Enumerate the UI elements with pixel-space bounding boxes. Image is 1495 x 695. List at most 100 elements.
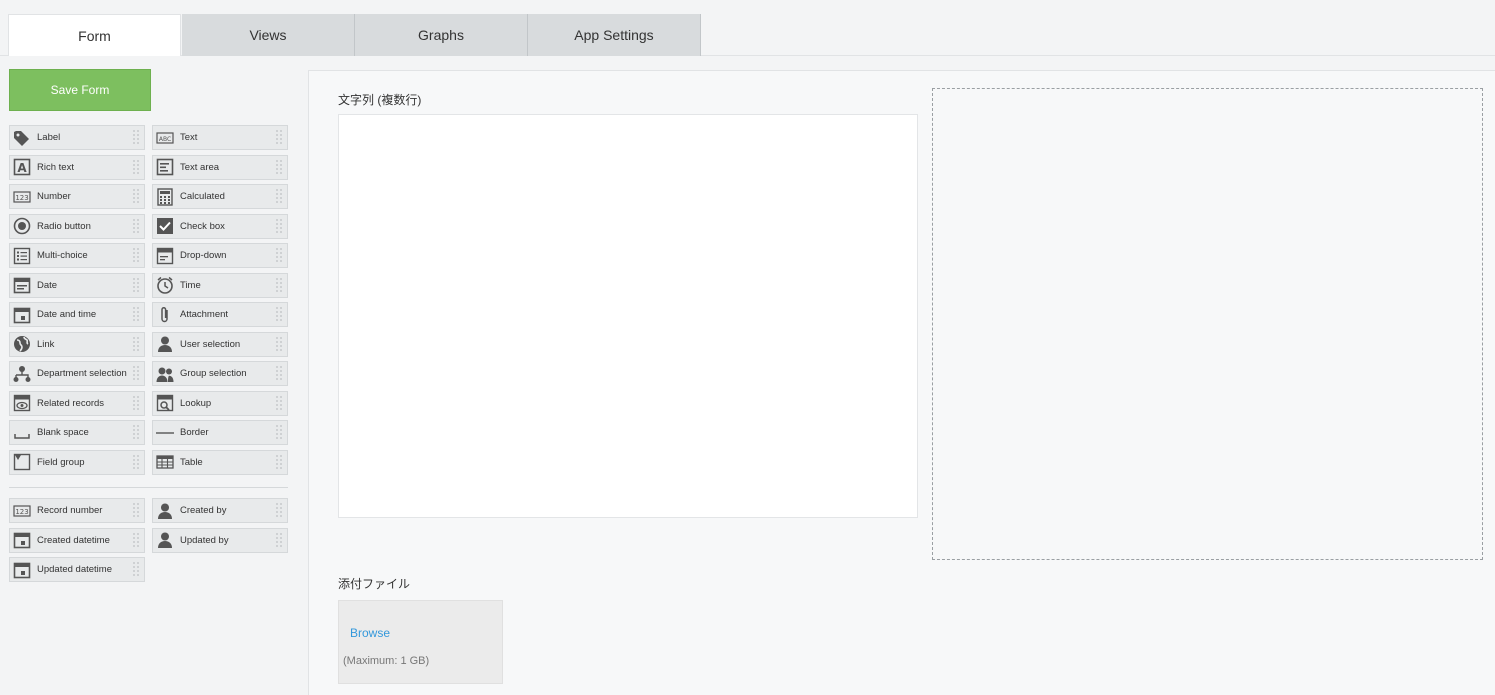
palette-item-label: Field group: [37, 456, 85, 468]
palette-item-created-by[interactable]: Created by: [152, 498, 288, 523]
calendar-icon: [13, 561, 31, 579]
drag-handle-icon[interactable]: [132, 453, 140, 471]
palette-item-label: Date: [37, 279, 58, 291]
palette-item-radio-button[interactable]: Radio button: [9, 213, 145, 239]
palette-item-rich-text[interactable]: A Rich text: [9, 154, 145, 180]
globe-icon: [13, 335, 31, 353]
drag-handle-icon[interactable]: [132, 217, 140, 235]
svg-text:ABC: ABC: [159, 136, 171, 143]
calculator-icon: [156, 187, 174, 206]
palette-item-label: Updated datetime: [37, 564, 112, 575]
palette-item-updated-datetime[interactable]: Updated datetime: [9, 557, 145, 582]
palette-item-label: Lookup: [180, 397, 212, 409]
palette-item-group-selection[interactable]: Group selection: [152, 361, 288, 386]
drag-handle-icon[interactable]: [132, 365, 140, 382]
palette-item-multi-choice[interactable]: Multi-choice: [9, 243, 145, 268]
drag-handle-icon[interactable]: [275, 247, 283, 264]
form-canvas: 文字列 (複数行) 添付ファイル Browse (Maximum: 1 GB): [308, 70, 1495, 695]
browse-link[interactable]: Browse: [350, 626, 390, 640]
drag-handle-icon[interactable]: [132, 188, 140, 205]
palette-item-label: Blank space: [37, 427, 89, 438]
palette-item-border[interactable]: Border: [152, 420, 288, 445]
drag-handle-icon[interactable]: [132, 247, 140, 264]
drag-handle-icon[interactable]: [275, 276, 283, 294]
palette-item-link[interactable]: Link: [9, 331, 145, 357]
drag-handle-icon[interactable]: [275, 424, 283, 441]
drag-handle-icon[interactable]: [275, 306, 283, 323]
tab-app-settings[interactable]: App Settings: [528, 14, 701, 56]
palette-item-calculated[interactable]: Calculated: [152, 184, 288, 209]
palette-item-text[interactable]: ABC Text: [152, 125, 288, 150]
clock-icon: [156, 276, 174, 294]
palette-item-lookup[interactable]: Lookup: [152, 390, 288, 416]
palette-item-label: Table: [180, 456, 203, 468]
user-icon: [156, 502, 174, 520]
palette-item-drop-down[interactable]: Drop-down: [152, 243, 288, 268]
radio-icon: [13, 217, 31, 235]
attachment-field: Browse (Maximum: 1 GB): [338, 600, 503, 684]
drag-handle-icon[interactable]: [275, 129, 283, 146]
drag-handle-icon[interactable]: [275, 365, 283, 382]
drag-handle-icon[interactable]: [275, 217, 283, 235]
palette-item-table[interactable]: Table: [152, 449, 288, 475]
drag-handle-icon[interactable]: [275, 502, 283, 519]
svg-text:123: 123: [15, 194, 28, 202]
palette-item-record-number[interactable]: 123 Record number: [9, 498, 145, 523]
drag-handle-icon[interactable]: [275, 335, 283, 353]
palette-item-label: Related records: [37, 397, 105, 409]
drag-handle-icon[interactable]: [275, 453, 283, 471]
palette-item-attachment[interactable]: Attachment: [152, 302, 288, 327]
drag-handle-icon[interactable]: [132, 424, 140, 441]
palette-item-updated-by[interactable]: Updated by: [152, 527, 288, 553]
tab-bar: Form Views Graphs App Settings: [0, 0, 1495, 57]
palette-item-date-and-time[interactable]: Date and time: [9, 302, 145, 327]
drag-handle-icon[interactable]: [132, 129, 140, 146]
palette-item-related-records[interactable]: Related records: [9, 390, 145, 416]
drag-handle-icon[interactable]: [132, 394, 140, 412]
save-form-button[interactable]: Save Form: [9, 69, 151, 111]
tab-views[interactable]: Views: [182, 14, 355, 56]
drag-handle-icon[interactable]: [132, 158, 140, 176]
palette-item-date[interactable]: Date: [9, 272, 145, 298]
palette-item-created-datetime[interactable]: Created datetime: [9, 527, 145, 553]
palette-item-check-box[interactable]: Check box: [152, 213, 288, 239]
drag-handle-icon[interactable]: [132, 306, 140, 323]
text-area-icon: [156, 158, 174, 176]
palette-item-label: Created datetime: [37, 534, 110, 546]
drag-handle-icon[interactable]: [275, 188, 283, 205]
multi-choice-icon: [13, 247, 31, 265]
field-drop-zone[interactable]: [932, 88, 1483, 560]
drag-handle-icon[interactable]: [275, 158, 283, 176]
palette-item-label: Updated by: [180, 534, 229, 546]
drag-handle-icon[interactable]: [132, 276, 140, 294]
tag-icon: [13, 129, 31, 147]
attachment-field-label: 添付ファイル: [338, 577, 411, 591]
tab-graphs[interactable]: Graphs: [355, 14, 528, 56]
palette-item-label: Created by: [180, 505, 227, 516]
palette-item-blank-space[interactable]: Blank space: [9, 420, 145, 445]
tab-form[interactable]: Form: [8, 14, 181, 57]
multiline-text-input[interactable]: [338, 114, 918, 518]
drag-handle-icon[interactable]: [275, 394, 283, 412]
palette-item-field-group[interactable]: Field group: [9, 449, 145, 475]
palette-item-label: Group selection: [180, 368, 247, 379]
palette-item-label: Drop-down: [180, 250, 227, 261]
palette-item-department-selection[interactable]: Department selection: [9, 361, 145, 386]
multiline-field-label: 文字列 (複数行): [338, 93, 422, 107]
drag-handle-icon[interactable]: [132, 502, 140, 519]
number-123-icon: 123: [13, 188, 31, 206]
palette-item-user-selection[interactable]: User selection: [152, 331, 288, 357]
drag-handle-icon[interactable]: [132, 561, 140, 578]
palette-item-label: Calculated: [180, 191, 225, 202]
palette-item-label: Border: [180, 427, 209, 438]
palette-item-label: User selection: [180, 338, 241, 350]
palette-item-label: Number: [37, 191, 71, 202]
drag-handle-icon[interactable]: [132, 531, 140, 549]
palette-item-time[interactable]: Time: [152, 272, 288, 298]
palette-item-text-area[interactable]: Text area: [152, 154, 288, 180]
palette-item-number[interactable]: 123 Number: [9, 184, 145, 209]
palette-item-label[interactable]: Label: [9, 125, 145, 150]
calendar-icon: [13, 531, 31, 549]
drag-handle-icon[interactable]: [132, 335, 140, 353]
drag-handle-icon[interactable]: [275, 531, 283, 549]
